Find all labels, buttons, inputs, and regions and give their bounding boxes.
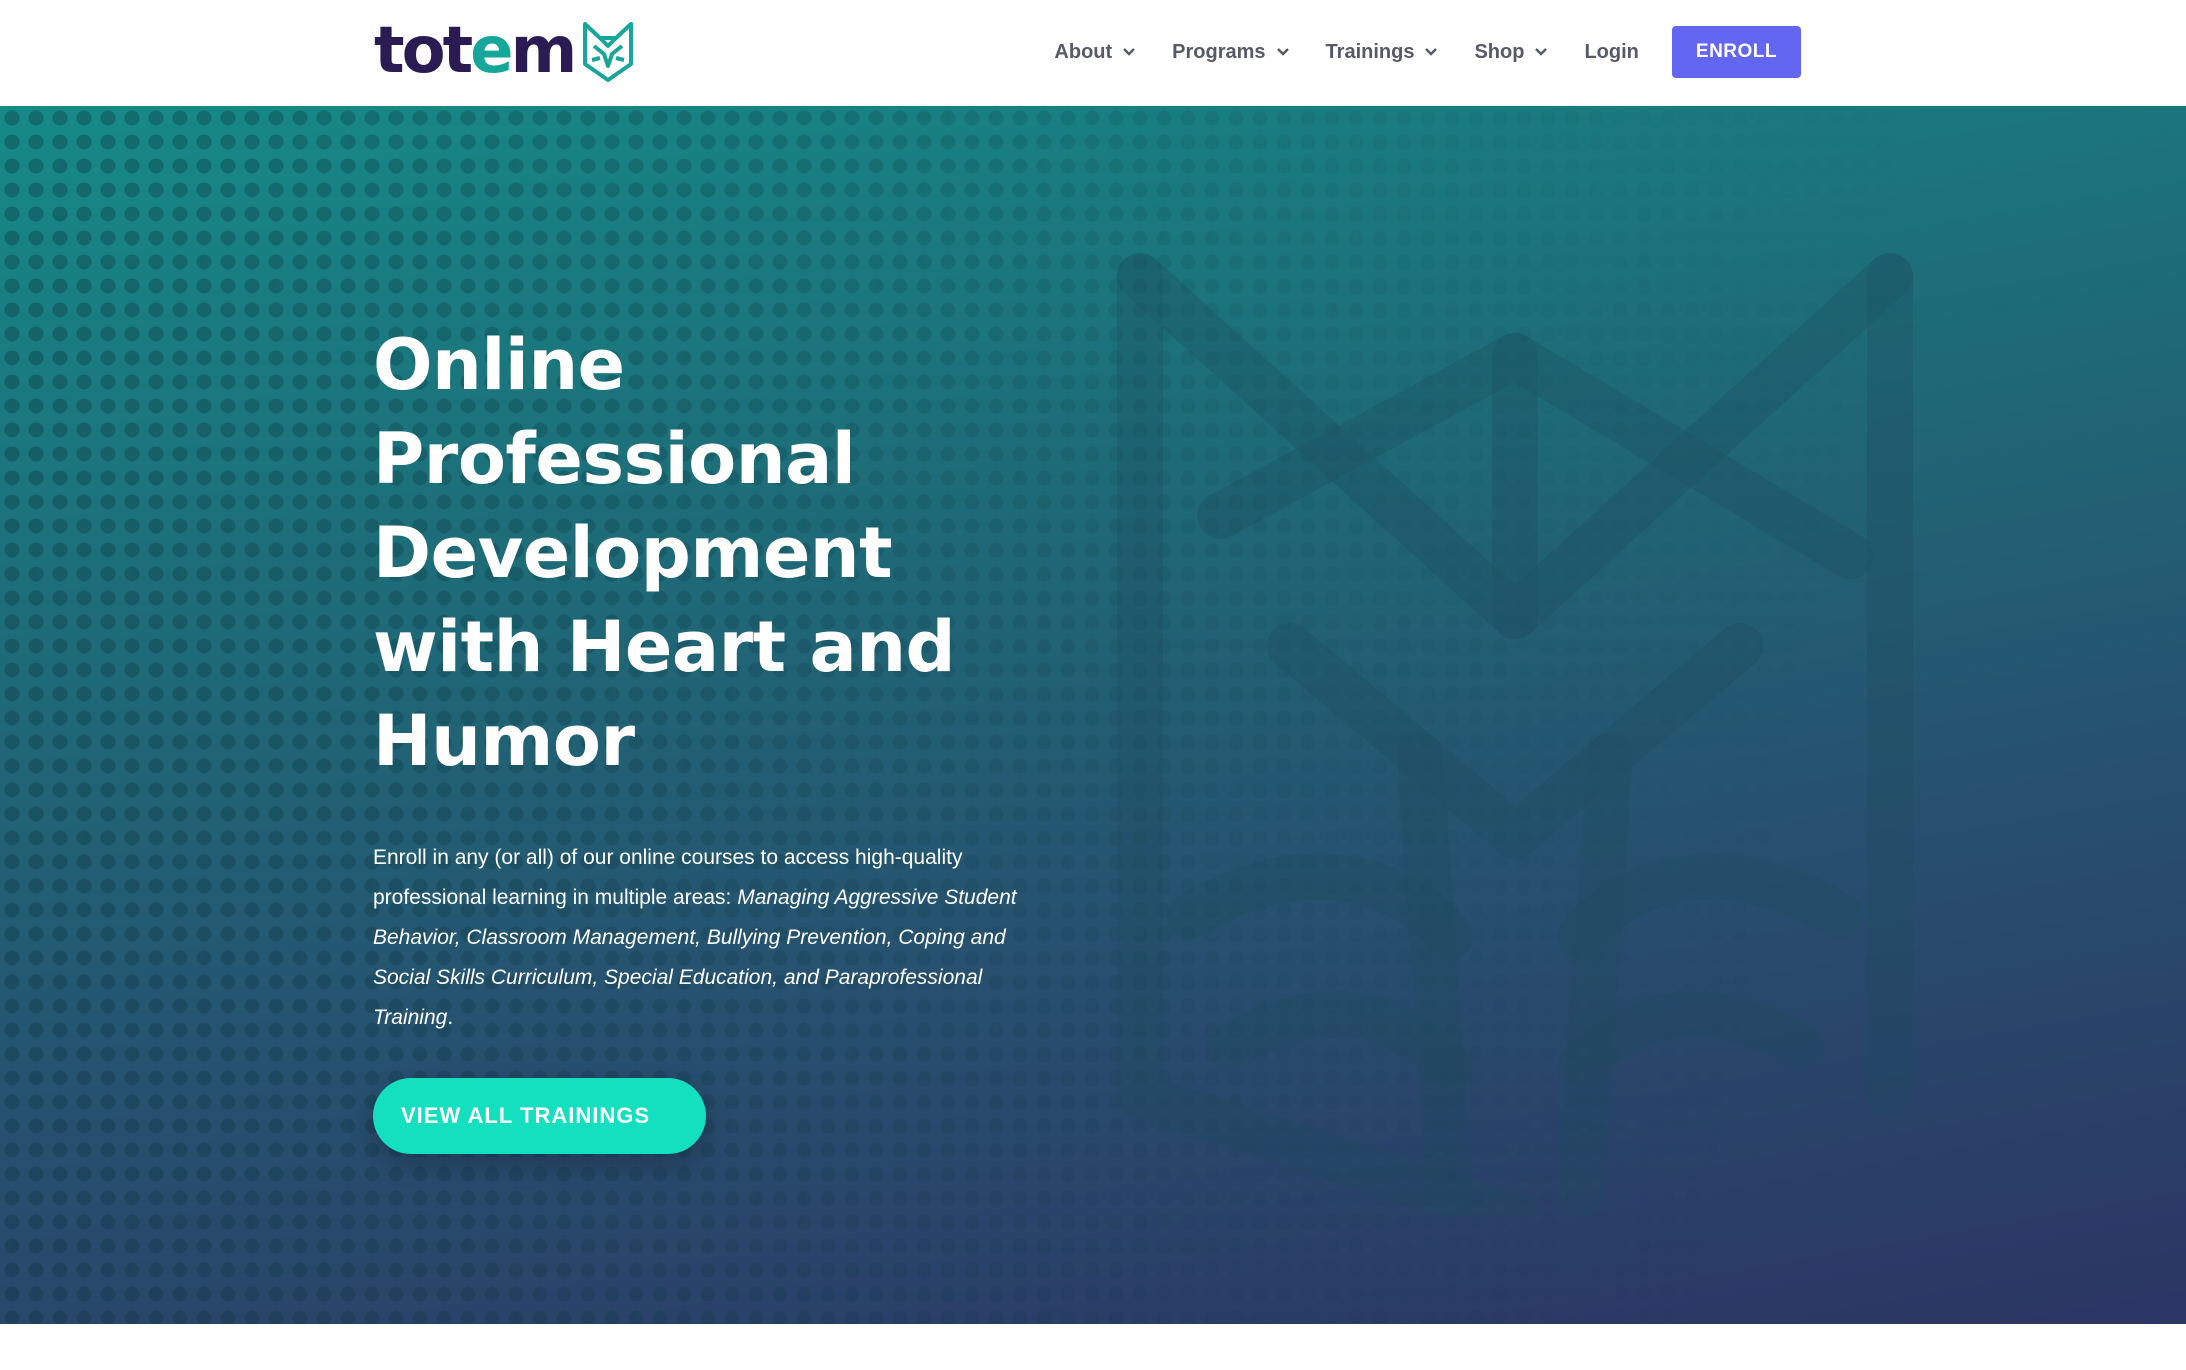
- fox-watermark-icon: [1117, 253, 1913, 1216]
- nav-item-label: About: [1054, 40, 1113, 63]
- nav-item-shop[interactable]: Shop: [1474, 41, 1548, 64]
- site-header: totem About Programs Trainings Shop Logi…: [0, 0, 2186, 106]
- main-nav: About Programs Trainings Shop Login ENRO…: [1054, 26, 1801, 78]
- hero-description: Enroll in any (or all) of our online cou…: [373, 838, 1053, 1038]
- nav-item-trainings[interactable]: Trainings: [1326, 41, 1439, 64]
- chevron-down-icon: [1535, 48, 1548, 56]
- chevron-down-icon: [1276, 48, 1289, 56]
- nav-item-label: Programs: [1172, 40, 1266, 63]
- hero-title-line: Professional: [373, 418, 856, 500]
- nav-item-label: Trainings: [1325, 40, 1415, 63]
- logo-wordmark: totem: [374, 14, 577, 88]
- chevron-down-icon: [1425, 48, 1438, 56]
- fox-icon: [583, 22, 634, 82]
- login-link[interactable]: Login: [1584, 41, 1638, 64]
- hero-description-end: .: [447, 1006, 454, 1029]
- nav-item-label: Shop: [1474, 40, 1525, 63]
- hero-section: Online Professional Development with Hea…: [0, 106, 2186, 1324]
- nav-item-programs[interactable]: Programs: [1172, 41, 1289, 64]
- nav-item-about[interactable]: About: [1054, 41, 1136, 64]
- hero-title-line: Humor: [373, 700, 635, 782]
- enroll-button[interactable]: ENROLL: [1671, 26, 1801, 78]
- view-all-trainings-button[interactable]: VIEW ALL TRAININGS: [373, 1078, 706, 1154]
- hero-title-line: Development: [373, 512, 893, 594]
- logo[interactable]: totem: [374, 18, 636, 84]
- hero-title-line: Online: [373, 324, 625, 406]
- chevron-down-icon: [1123, 48, 1136, 56]
- hero-title: Online Professional Development with Hea…: [373, 318, 1073, 788]
- hero-title-line: with Heart and: [373, 606, 956, 688]
